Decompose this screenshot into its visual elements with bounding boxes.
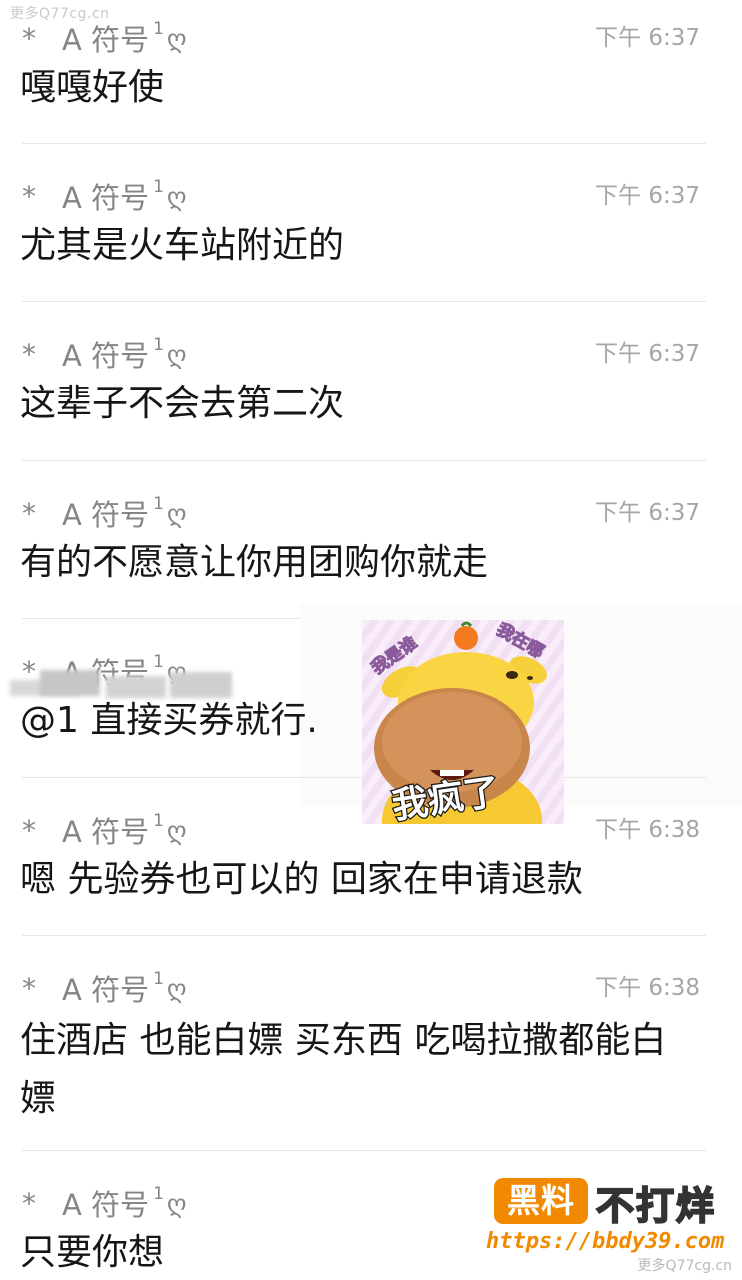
divider bbox=[22, 460, 706, 461]
message-header: * A 符号 1 ღ bbox=[22, 968, 187, 1008]
sender-superscript: 1 bbox=[153, 494, 164, 514]
message-header: * A 符号 1 ღ bbox=[22, 18, 187, 58]
divider bbox=[22, 935, 706, 936]
redacted-name bbox=[10, 662, 232, 702]
brand-logo[interactable]: 黑料 不打烊 bbox=[494, 1178, 722, 1229]
star-icon: * bbox=[22, 813, 36, 847]
sender-name: A 符号 bbox=[62, 23, 150, 57]
divider bbox=[22, 143, 706, 144]
sender-name: A 符号 bbox=[62, 339, 150, 373]
message-header: * A 符号 1 ღ bbox=[22, 334, 187, 374]
sender-glyph: ღ bbox=[166, 973, 187, 1003]
sender-name: A 符号 bbox=[62, 1188, 150, 1222]
message-text: 尤其是火车站附近的 bbox=[20, 225, 345, 266]
sender-glyph: ღ bbox=[166, 815, 187, 845]
sender-superscript: 1 bbox=[153, 969, 164, 989]
message-header: * A 符号 1 ღ bbox=[22, 493, 187, 533]
message-time: 下午 6:37 bbox=[595, 183, 700, 209]
sender-name: A 符号 bbox=[62, 973, 150, 1007]
watermark-bottom: 更多Q77cg.cn bbox=[637, 1258, 732, 1274]
divider bbox=[22, 1150, 706, 1151]
message-text: 有的不愿意让你用团购你就走 bbox=[20, 542, 489, 583]
sender-glyph: ღ bbox=[166, 1188, 187, 1218]
message-text: 住酒店 也能白嫖 买东西 吃喝拉撒都能白嫖 bbox=[20, 1020, 667, 1119]
message-time: 下午 6:37 bbox=[595, 341, 700, 367]
star-icon: * bbox=[22, 1186, 36, 1220]
message-time: 下午 6:37 bbox=[595, 500, 700, 526]
sender-glyph: ღ bbox=[166, 498, 187, 528]
brand-logo-box: 黑料 bbox=[494, 1178, 588, 1224]
divider bbox=[22, 301, 706, 302]
sender-name: A 符号 bbox=[62, 815, 150, 849]
star-icon: * bbox=[22, 971, 36, 1005]
message-time: 下午 6:38 bbox=[595, 975, 700, 1001]
message-time: 下午 6:37 bbox=[595, 25, 700, 51]
sender-superscript: 1 bbox=[153, 335, 164, 355]
sender-name: A 符号 bbox=[62, 498, 150, 532]
sender-glyph: ღ bbox=[166, 23, 187, 53]
sender-name: A 符号 bbox=[62, 181, 150, 215]
message-time: 下午 6:38 bbox=[595, 817, 700, 843]
sender-superscript: 1 bbox=[153, 811, 164, 831]
message-text: 这辈子不会去第二次 bbox=[20, 383, 345, 424]
star-icon: * bbox=[22, 21, 36, 55]
sender-glyph: ღ bbox=[166, 181, 187, 211]
star-icon: * bbox=[22, 496, 36, 530]
sender-superscript: 1 bbox=[153, 1184, 164, 1204]
message-header: * A 符号 1 ღ bbox=[22, 1183, 187, 1223]
message-text: @1 直接买券就行. bbox=[20, 700, 318, 741]
brand-logo-text: 不打烊 bbox=[595, 1183, 717, 1229]
cow-sticker-image: 我是谁 我在哪 我疯了 bbox=[362, 620, 564, 824]
message-text: 嘎嘎好使 bbox=[20, 67, 165, 108]
sender-glyph: ღ bbox=[166, 339, 187, 369]
chat-screen: 更多Q77cg.cn * A 符号 1 ღ 下午 6:37 嘎嘎好使 * A 符… bbox=[0, 0, 742, 1280]
message-text: 嗯 先验券也可以的 回家在申请退款 bbox=[20, 859, 583, 900]
sender-superscript: 1 bbox=[153, 19, 164, 39]
cow-sticker[interactable]: 我是谁 我在哪 我疯了 bbox=[362, 620, 564, 824]
message-header: * A 符号 1 ღ bbox=[22, 810, 187, 850]
brand-url[interactable]: https://bbdy39.com bbox=[486, 1229, 724, 1254]
sender-superscript: 1 bbox=[153, 177, 164, 197]
message-header: * A 符号 1 ღ bbox=[22, 176, 187, 216]
star-icon: * bbox=[22, 337, 36, 371]
star-icon: * bbox=[22, 179, 36, 213]
